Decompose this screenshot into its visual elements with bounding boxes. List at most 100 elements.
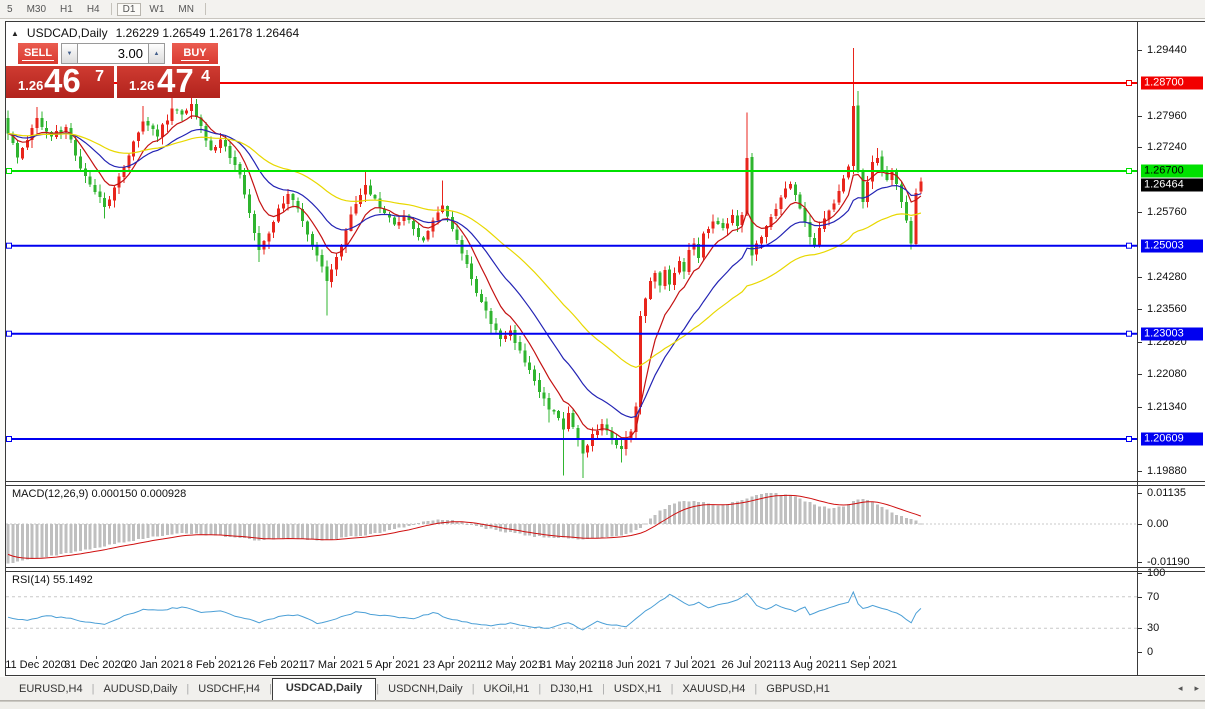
axis-tick-label: 1.23560 — [1147, 303, 1187, 316]
price-level-tag: 1.25003 — [1141, 239, 1203, 253]
chart-tab-GBPUSD-H1[interactable]: GBPUSD,H1 — [757, 680, 839, 700]
axis-tick-label: 70 — [1147, 590, 1160, 603]
axis-tick-label: 0.00 — [1147, 518, 1169, 530]
date-label: 26 Feb 2021 — [243, 659, 305, 671]
pane-separator[interactable] — [5, 485, 1205, 486]
volume-increase-button[interactable]: ▲ — [148, 43, 165, 64]
chart-tab-USDX-H1[interactable]: USDX,H1 — [605, 680, 671, 700]
chart-frame-top — [5, 21, 1205, 22]
triangle-up-icon: ▲ — [153, 50, 160, 57]
axis-tick-mark — [1138, 212, 1142, 214]
date-label: 5 Apr 2021 — [366, 659, 420, 671]
timeframe-button-H4[interactable]: H4 — [81, 3, 106, 16]
buy-button-label: BUY — [181, 46, 209, 61]
timeframe-button-5[interactable]: 5 — [1, 3, 19, 16]
toolbar-separator — [110, 3, 112, 15]
axis-tick-mark — [1138, 50, 1142, 52]
tab-scroll-controls: ◂ ▸ — [1178, 683, 1199, 694]
chart-symbol-title: ▲ USDCAD,Daily 1.26229 1.26549 1.26178 1… — [11, 26, 299, 40]
line-handle[interactable] — [6, 436, 12, 442]
line-handle[interactable] — [6, 242, 12, 249]
chart-tab-XAUUSD-H4[interactable]: XAUUSD,H4 — [673, 680, 754, 700]
symbol-period-label: USDCAD,Daily — [26, 26, 108, 40]
date-label: 26 Jul 2021 — [721, 659, 779, 671]
sell-price-prefix: 1.26 — [18, 78, 44, 93]
price-level-tag: 1.20609 — [1141, 432, 1203, 446]
axis-tick-label: 0.01135 — [1147, 487, 1186, 499]
tabs-scroll-left-icon[interactable]: ◂ — [1178, 683, 1183, 694]
tabs-scroll-right-icon[interactable]: ▸ — [1194, 683, 1199, 694]
sell-price-pip-digit: 7 — [95, 68, 104, 85]
axis-tick-mark — [1138, 562, 1142, 563]
sell-price-display[interactable]: 1.26 46 7 — [6, 62, 114, 99]
price-level-tag: 1.23003 — [1141, 327, 1203, 341]
price-chart-canvas[interactable] — [6, 22, 1137, 675]
pane-separator[interactable] — [5, 567, 1205, 568]
axis-tick-label: 1.25760 — [1147, 206, 1187, 219]
chart-tab-UKOil-H1[interactable]: UKOil,H1 — [475, 680, 539, 700]
line-handle[interactable] — [6, 168, 12, 174]
timeframe-toolbar: 5 M30 H1 H4 D1 W1 MN — [0, 0, 1205, 19]
collapse-chart-icon[interactable]: ▲ — [11, 29, 19, 38]
chart-tab-EURUSD-H4[interactable]: EURUSD,H4 — [10, 680, 92, 700]
timeframe-button-M30[interactable]: M30 — [21, 3, 52, 16]
date-label: 17 Mar 2021 — [302, 659, 365, 671]
axis-tick-label: 1.27960 — [1147, 109, 1187, 122]
axis-tick-mark — [1138, 573, 1142, 574]
line-handle[interactable] — [1126, 168, 1132, 174]
buy-price-display[interactable]: 1.26 47 4 — [117, 62, 220, 99]
date-label: 7 Jul 2021 — [665, 659, 716, 671]
axis-tick-mark — [1138, 596, 1142, 598]
line-handle[interactable] — [1126, 436, 1132, 442]
buy-price-big-digits: 47 — [157, 62, 194, 99]
pane-separator[interactable] — [5, 481, 1205, 482]
chart-tab-USDCHF-H4[interactable]: USDCHF,H4 — [189, 680, 269, 700]
axis-tick-mark — [1138, 652, 1142, 653]
sell-button[interactable]: SELL — [18, 43, 58, 64]
triangle-down-icon: ▼ — [66, 50, 73, 57]
axis-tick-label: 1.22080 — [1147, 368, 1187, 381]
timeframe-button-MN[interactable]: MN — [172, 3, 200, 16]
axis-tick-label: 1.19880 — [1147, 465, 1187, 478]
volume-decrease-button[interactable]: ▼ — [61, 43, 78, 64]
line-handle[interactable] — [1126, 80, 1132, 86]
chart-tab-USDCAD-Daily[interactable]: USDCAD,Daily — [271, 678, 377, 700]
price-axis[interactable]: 1.29440 1.27960 1.27240 1.25760 1.24280 1.235… — [1137, 22, 1205, 675]
date-label: 8 Feb 2021 — [186, 659, 243, 671]
axis-tick-mark — [1138, 406, 1142, 408]
axis-tick-mark — [1138, 115, 1142, 117]
macd-indicator-label: MACD(12,26,9) 0.000150 0.000928 — [12, 488, 187, 500]
buy-button[interactable]: BUY — [172, 43, 218, 64]
axis-tick-label: 1.21340 — [1147, 400, 1187, 413]
ohlc-values: 1.26229 1.26549 1.26178 1.26464 — [115, 26, 300, 40]
timeframe-button-H1[interactable]: H1 — [54, 3, 79, 16]
date-label: 23 Apr 2021 — [422, 659, 483, 671]
time-axis[interactable]: 11 Dec 2020 31 Dec 2020 20 Jan 2021 8 Feb 2… — [5, 656, 1205, 675]
chart-frame-left — [5, 21, 6, 676]
line-handle[interactable] — [6, 330, 12, 337]
axis-tick-mark — [1138, 277, 1142, 279]
axis-tick-label: 1.24280 — [1147, 271, 1187, 284]
chart-tab-AUDUSD-Daily[interactable]: AUDUSD,Daily — [94, 680, 186, 700]
rsi-indicator-label: RSI(14) 55.1492 — [12, 574, 93, 586]
line-handle[interactable] — [1126, 330, 1132, 337]
pane-separator[interactable] — [5, 571, 1205, 572]
line-handle[interactable] — [1126, 242, 1132, 249]
axis-tick-label: 1.27240 — [1147, 141, 1187, 154]
sell-price-big-digits: 46 — [44, 62, 81, 99]
chart-frame-bottom — [5, 675, 1205, 676]
date-label: 12 May 2021 — [480, 659, 544, 671]
axis-tick-mark — [1138, 524, 1142, 525]
axis-tick-mark — [1138, 341, 1142, 343]
chart-tab-bar: EURUSD,H4 | AUDUSD,Daily | USDCHF,H4 | USDCAD,… — [0, 677, 1205, 701]
date-label: 1 Sep 2021 — [840, 659, 898, 671]
timeframe-button-W1[interactable]: W1 — [143, 3, 170, 16]
axis-tick-mark — [1138, 374, 1142, 376]
timeframe-button-D1[interactable]: D1 — [116, 2, 142, 16]
date-label: 11 Dec 2020 — [5, 659, 67, 671]
chart-tab-USDCNH-Daily[interactable]: USDCNH,Daily — [379, 680, 472, 700]
volume-input[interactable] — [78, 43, 148, 64]
chart-tab-DJ30-H1[interactable]: DJ30,H1 — [541, 680, 602, 700]
chart-tabs: EURUSD,H4 | AUDUSD,Daily | USDCHF,H4 | USDCAD,… — [10, 677, 839, 700]
axis-tick-mark — [1138, 309, 1142, 311]
